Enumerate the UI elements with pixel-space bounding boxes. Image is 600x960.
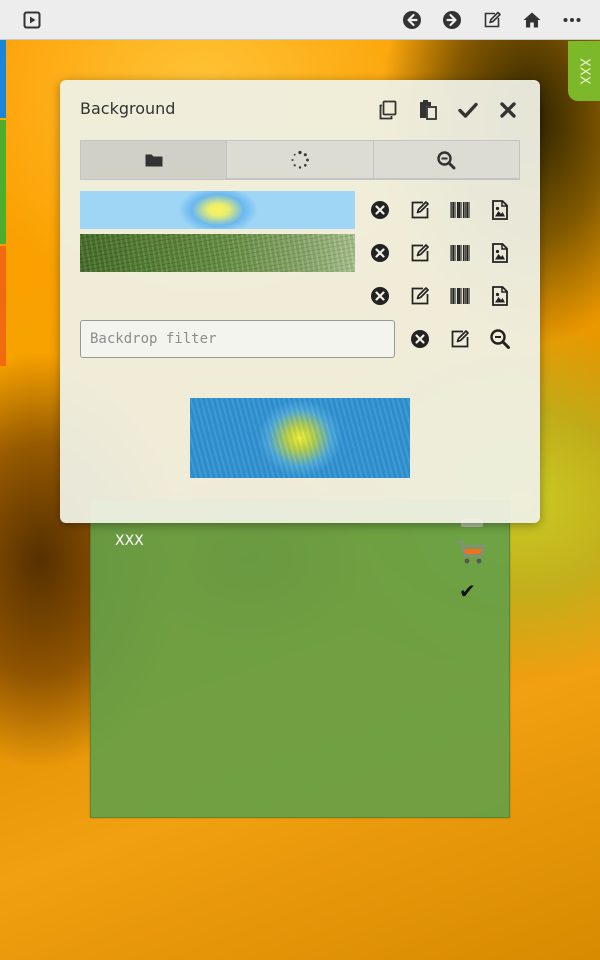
edit-icon[interactable]: [480, 8, 504, 32]
edit-icon[interactable]: [408, 284, 432, 308]
texture-swatch[interactable]: [80, 234, 355, 272]
gradient-swatch[interactable]: [80, 191, 355, 229]
edit-icon[interactable]: [448, 327, 472, 351]
home-icon[interactable]: [520, 8, 544, 32]
background-row: [80, 234, 520, 272]
edge-tab-green[interactable]: [0, 120, 6, 244]
background-row: [80, 277, 520, 315]
remove-icon[interactable]: [368, 284, 392, 308]
backdrop-filter-input[interactable]: [80, 320, 395, 358]
tab-folder[interactable]: [80, 140, 227, 179]
dialog-tabs: [80, 140, 520, 180]
content-card: XXX ✔: [90, 500, 510, 818]
remove-icon[interactable]: [368, 241, 392, 265]
edge-tab-orange[interactable]: [0, 246, 6, 366]
image-icon[interactable]: [488, 198, 512, 222]
remove-icon[interactable]: [408, 327, 432, 351]
dialog-title: Background: [80, 99, 176, 118]
edit-icon[interactable]: [408, 198, 432, 222]
arrow-left-circle-icon[interactable]: [400, 8, 424, 32]
side-tab-label: XXX: [576, 57, 592, 85]
background-preview: [190, 398, 410, 478]
barcode-icon[interactable]: [448, 284, 472, 308]
close-icon[interactable]: [496, 98, 520, 122]
background-dialog: Background: [60, 80, 540, 523]
zoom-out-icon[interactable]: [488, 327, 512, 351]
folder-icon: [145, 154, 163, 167]
side-tab[interactable]: XXX: [568, 41, 600, 101]
more-horizontal-icon[interactable]: [560, 8, 584, 32]
top-toolbar: [0, 0, 600, 40]
barcode-icon[interactable]: [448, 241, 472, 265]
paste-icon[interactable]: [416, 98, 440, 122]
barcode-icon[interactable]: [448, 198, 472, 222]
copy-icon[interactable]: [376, 98, 400, 122]
zoom-out-icon: [437, 150, 456, 169]
arrow-right-circle-icon[interactable]: [440, 8, 464, 32]
play-square-icon[interactable]: [20, 8, 44, 32]
remove-icon[interactable]: [368, 198, 392, 222]
tab-spinner[interactable]: [226, 140, 373, 179]
filter-actions: [408, 327, 512, 351]
spinner-icon: [291, 150, 309, 169]
checkmark-icon[interactable]: ✔: [459, 579, 476, 603]
image-icon[interactable]: [488, 284, 512, 308]
card-title: XXX: [115, 533, 144, 549]
edit-icon[interactable]: [408, 241, 432, 265]
cart-icon[interactable]: [455, 539, 487, 567]
tab-search[interactable]: [372, 140, 520, 179]
image-icon[interactable]: [488, 241, 512, 265]
dialog-actions: [376, 98, 520, 122]
check-icon[interactable]: [456, 98, 480, 122]
background-row: [80, 191, 520, 229]
